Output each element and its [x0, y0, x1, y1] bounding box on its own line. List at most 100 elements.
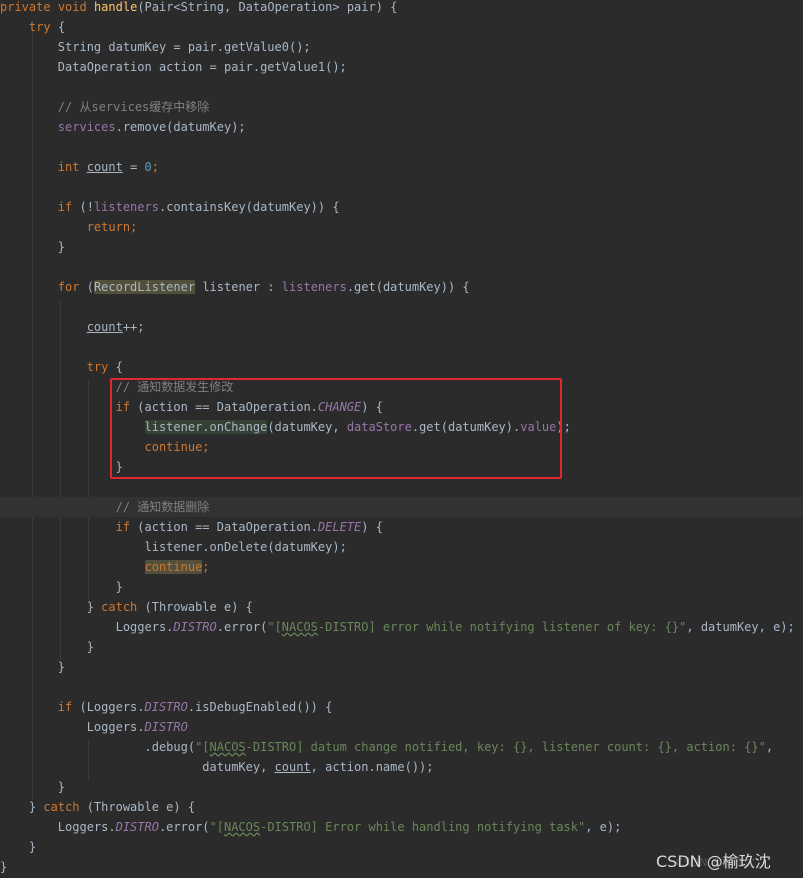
- code-line-current[interactable]: // 通知数据删除: [0, 497, 803, 517]
- code-line[interactable]: listener.onDelete(datumKey);: [0, 537, 803, 557]
- keyword: if: [115, 520, 131, 534]
- code-line[interactable]: }: [0, 577, 803, 597]
- string-literal: "[: [195, 740, 210, 754]
- method-name: handle: [93, 0, 138, 14]
- variable-ref: count: [274, 760, 311, 774]
- code-line[interactable]: for (RecordListener listener : listeners…: [0, 277, 803, 297]
- code-text: }: [86, 600, 102, 614]
- keyword: catch: [43, 800, 80, 814]
- code-line[interactable]: .debug("[NACOS-DISTRO] datum change noti…: [0, 737, 803, 757]
- code-text: (Loggers.: [72, 700, 145, 714]
- code-line[interactable]: try {: [0, 17, 803, 37]
- variable-ref: count: [86, 320, 123, 334]
- code-text: datumKey,: [202, 760, 275, 774]
- keyword: catch: [101, 600, 138, 614]
- constant-ref: DISTRO: [144, 720, 188, 734]
- code-line[interactable]: count++;: [0, 317, 803, 337]
- code-line[interactable]: private void handle(Pair<String, DataOpe…: [0, 0, 803, 17]
- code-line[interactable]: if (action == DataOperation.DELETE) {: [0, 517, 803, 537]
- code-line[interactable]: // 从services缓存中移除: [0, 97, 803, 117]
- string-literal: "[: [209, 820, 224, 834]
- string-literal: -DISTRO] error while notifying listener …: [317, 620, 687, 634]
- code-text: ,: [765, 740, 774, 754]
- code-line[interactable]: services.remove(datumKey);: [0, 117, 803, 137]
- code-text: .containsKey(datumKey)) {: [158, 200, 340, 214]
- keyword: continue: [144, 560, 203, 574]
- code-text: }: [0, 860, 8, 874]
- code-line[interactable]: int count = 0;: [0, 157, 803, 177]
- code-text: (!: [72, 200, 94, 214]
- constant-ref: DELETE: [317, 520, 362, 534]
- code-text: Loggers.: [57, 820, 116, 834]
- code-comment: // 从services缓存中移除: [57, 100, 210, 114]
- code-text: .debug(: [144, 740, 196, 754]
- code-comment: // 通知数据删除: [115, 500, 210, 514]
- code-text: listener :: [195, 280, 282, 294]
- code-text: (: [79, 280, 94, 294]
- code-text: ;: [130, 220, 138, 234]
- code-line[interactable]: } catch (Throwable e) {: [0, 797, 803, 817]
- code-line[interactable]: } catch (Throwable e) {: [0, 597, 803, 617]
- keyword: if: [57, 700, 73, 714]
- number-literal: 0: [144, 160, 152, 174]
- code-text: , datumKey, e);: [686, 620, 795, 634]
- code-text: (Throwable e) {: [79, 800, 196, 814]
- code-text: String datumKey = pair.getValue0();: [57, 40, 311, 54]
- code-text: Loggers.: [115, 620, 174, 634]
- code-text: }: [57, 780, 66, 794]
- code-text: Loggers.: [86, 720, 145, 734]
- code-text: }: [115, 580, 123, 594]
- keyword: for: [57, 280, 80, 294]
- keyword: int: [57, 160, 80, 174]
- keyword: try: [28, 20, 51, 34]
- code-text: .remove(datumKey);: [115, 120, 246, 134]
- watermark: CSDN @榆玖沈: [656, 852, 771, 871]
- code-line[interactable]: Loggers.DISTRO: [0, 717, 803, 737]
- code-text: (action == DataOperation.: [130, 520, 318, 534]
- field-ref: services: [57, 120, 116, 134]
- code-text: {: [108, 360, 123, 374]
- keyword: private: [0, 0, 51, 14]
- code-line[interactable]: datumKey, count, action.name());: [0, 757, 803, 777]
- keyword: return: [86, 220, 131, 234]
- keyword: if: [57, 200, 73, 214]
- code-line[interactable]: }: [0, 657, 803, 677]
- string-literal: NACOS: [223, 820, 261, 834]
- code-text: listener.onDelete(datumKey);: [144, 540, 347, 554]
- type-ref: RecordListener: [93, 280, 196, 294]
- constant-ref: DISTRO: [115, 820, 159, 834]
- string-literal: NACOS: [281, 620, 318, 634]
- code-line[interactable]: continue;: [0, 557, 803, 577]
- code-line[interactable]: String datumKey = pair.getValue0();: [0, 37, 803, 57]
- code-line[interactable]: }: [0, 777, 803, 797]
- code-text: ++;: [122, 320, 145, 334]
- code-text: .error(: [158, 820, 210, 834]
- code-text: , action.name());: [310, 760, 434, 774]
- code-text: ;: [202, 560, 210, 574]
- code-line[interactable]: Loggers.DISTRO.error("[NACOS-DISTRO] Err…: [0, 817, 803, 837]
- code-text: }: [28, 800, 44, 814]
- code-text: ;: [151, 160, 159, 174]
- code-line[interactable]: try {: [0, 357, 803, 377]
- code-text: }: [28, 840, 37, 854]
- code-text: ) {: [361, 520, 383, 534]
- code-line[interactable]: }: [0, 237, 803, 257]
- code-text: .error(: [216, 620, 268, 634]
- code-line[interactable]: if (Loggers.DISTRO.isDebugEnabled()) {: [0, 697, 803, 717]
- code-text: (Throwable e) {: [137, 600, 253, 614]
- code-line[interactable]: return;: [0, 217, 803, 237]
- string-literal: -DISTRO] Error while handling notifying …: [260, 820, 586, 834]
- code-line[interactable]: if (!listeners.containsKey(datumKey)) {: [0, 197, 803, 217]
- code-text: {: [50, 20, 66, 34]
- string-literal: -DISTRO] datum change notified, key: {},…: [245, 740, 766, 754]
- code-editor[interactable]: private void handle(Pair<String, DataOpe…: [0, 0, 803, 878]
- code-line[interactable]: DataOperation action = pair.getValue1();: [0, 57, 803, 77]
- string-literal: NACOS: [209, 740, 246, 754]
- variable-ref: count: [86, 160, 123, 174]
- code-line[interactable]: }: [0, 637, 803, 657]
- code-text: , e);: [585, 820, 622, 834]
- code-line[interactable]: Loggers.DISTRO.error("[NACOS-DISTRO] err…: [0, 617, 803, 637]
- highlight-box: [110, 378, 562, 479]
- code-text: (Pair<String, DataOperation> pair) {: [137, 0, 398, 14]
- code-text: }: [86, 640, 94, 654]
